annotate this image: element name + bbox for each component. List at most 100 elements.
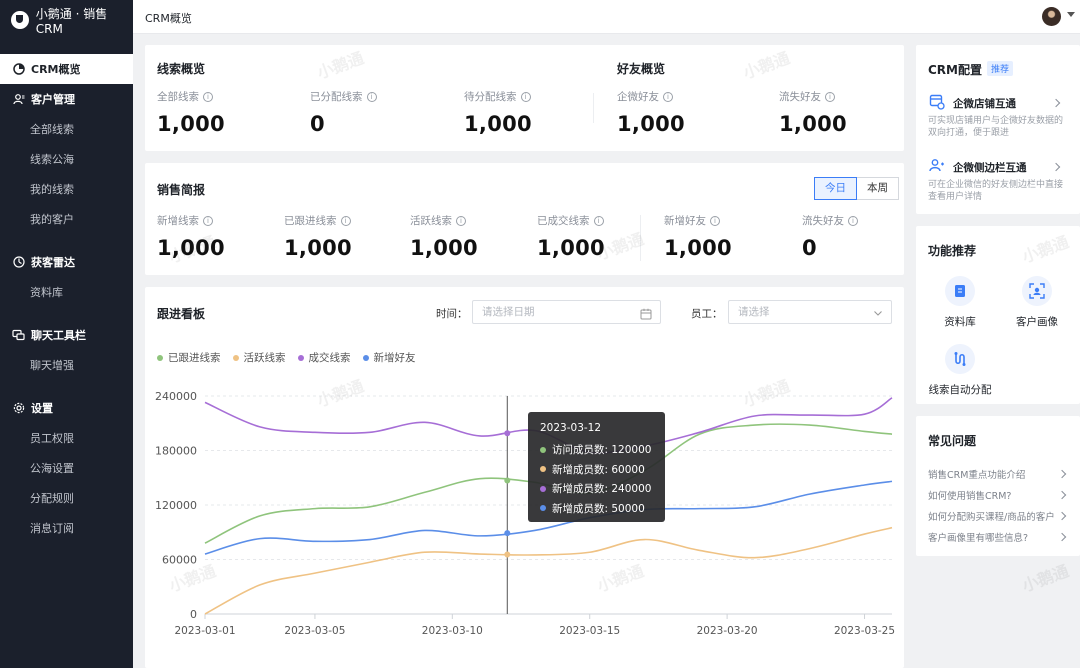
legend-item[interactable]: 已跟进线索: [157, 350, 221, 365]
info-icon[interactable]: i: [340, 215, 351, 226]
staff-label: 员工：: [691, 308, 723, 320]
stat-label: 企微好友 i: [617, 89, 673, 104]
y-tick-label: 120000: [155, 499, 197, 512]
tooltip-date: 2023-03-12: [540, 422, 602, 434]
stat-value: 1,000: [410, 236, 478, 260]
sidebar-item-library[interactable]: 资料库: [0, 277, 133, 307]
x-tick-label: 2023-03-20: [697, 625, 758, 637]
stat-label: 已分配线索 i: [310, 89, 377, 104]
info-icon[interactable]: i: [663, 91, 673, 102]
caret-down-icon[interactable]: [1067, 12, 1075, 17]
sidebar-item-pool-settings[interactable]: 公海设置: [0, 453, 133, 483]
page-title: CRM概览: [145, 12, 192, 25]
document-icon: [945, 276, 975, 306]
info-icon[interactable]: i: [366, 91, 377, 102]
date-picker[interactable]: 请选择日期: [472, 300, 661, 324]
x-tick-label: 2023-03-15: [559, 625, 620, 637]
radar-icon: [12, 256, 25, 269]
stat-value: 1,000: [664, 236, 732, 260]
sidebar-item-all-leads[interactable]: 全部线索: [0, 114, 133, 144]
avatar[interactable]: [1042, 7, 1061, 26]
feature-library[interactable]: 资料库: [928, 276, 992, 329]
sidebar-group-label: 客户管理: [31, 93, 75, 106]
staff-placeholder: 请选择: [738, 306, 770, 318]
info-icon[interactable]: i: [825, 91, 835, 102]
top-bar: CRM概览: [133, 0, 1080, 34]
brand[interactable]: 小鹅通 · 销售CRM: [0, 0, 133, 40]
info-icon[interactable]: i: [710, 215, 720, 226]
date-placeholder: 请选择日期: [482, 306, 535, 318]
sidebar-group-chat-toolbar[interactable]: 聊天工具栏: [0, 320, 133, 350]
info-icon[interactable]: i: [203, 215, 213, 226]
follow-chart[interactable]: 0 60000 120000 180000 240000 2023-03-01 2023-0…: [145, 380, 904, 645]
chevron-down-icon: [873, 305, 883, 327]
sidebar-item-lead-pool[interactable]: 线索公海: [0, 144, 133, 174]
faq-card: 常见问题 销售CRM重点功能介绍 如何使用销售CRM? 如何分配购买课程/商品的…: [916, 416, 1080, 556]
sidebar-item-my-leads[interactable]: 我的线索: [0, 174, 133, 204]
sidebar-item-assign-rules[interactable]: 分配规则: [0, 483, 133, 513]
legend-item[interactable]: 成交线索: [297, 350, 351, 365]
period-toggle: 今日 本周: [814, 177, 899, 200]
info-icon[interactable]: i: [203, 91, 213, 102]
stat-value: 1,000: [284, 236, 352, 260]
tooltip-dot: [540, 466, 546, 473]
tooltip-dot: [540, 485, 546, 492]
tooltip-row: 访问成员数: 120000: [540, 440, 653, 460]
info-icon[interactable]: i: [520, 91, 531, 102]
watermark: 小鹅通: [1019, 561, 1072, 596]
user-icon: [12, 93, 25, 106]
sidebar: 小鹅通 · 销售CRM CRM概览 客户管理 全部线索 线索公海 我的线索 我的…: [0, 0, 133, 668]
gear-icon: [12, 402, 25, 415]
chart-tooltip: 2023-03-12 访问成员数: 120000 新增成员数: 60000 新增…: [528, 412, 665, 522]
period-today-button[interactable]: 今日: [814, 177, 857, 200]
config-item-sidebar-sync[interactable]: 企微侧边栏互通 可在企业微信的好友侧边栏中直接查看用户详情: [916, 157, 1080, 205]
stat-value: 1,000: [464, 112, 532, 136]
stat-value: 1,000: [157, 112, 225, 136]
chevron-right-icon: [1051, 162, 1061, 172]
config-item-shop-sync[interactable]: 企微店铺互通 可实现店铺用户与企微好友数据的双向打通，便于跟进: [916, 93, 1080, 141]
faq-item[interactable]: 如何使用销售CRM?: [928, 488, 1066, 502]
chevron-right-icon: [1051, 98, 1061, 108]
x-tick-label: 2023-03-25: [834, 625, 895, 637]
overview-card: 线索概览 好友概览 全部线索 i 1,000 已分配线索 i 0 待分配线索 i 1,…: [145, 45, 904, 151]
info-icon[interactable]: i: [456, 215, 466, 226]
legend-dot: [232, 354, 239, 361]
stat-label: 已跟进线索 i: [284, 213, 351, 228]
stat-label: 活跃线索 i: [410, 213, 466, 228]
sidebar-item-crm-overview[interactable]: CRM概览: [0, 54, 133, 84]
pie-chart-icon: [12, 63, 25, 76]
stat-value: 1,000: [617, 112, 685, 136]
feature-auto-assign[interactable]: 线索自动分配: [928, 344, 992, 397]
period-week-button[interactable]: 本周: [857, 177, 899, 200]
sidebar-group-settings[interactable]: 设置: [0, 393, 133, 423]
sidebar-item-my-customers[interactable]: 我的客户: [0, 204, 133, 234]
stat-label: 流失好友 i: [802, 213, 858, 228]
sidebar-group-customer[interactable]: 客户管理: [0, 84, 133, 114]
sidebar-item-message-subscription[interactable]: 消息订阅: [0, 513, 133, 543]
sidebar-item-label: CRM概览: [31, 63, 81, 76]
faq-item[interactable]: 销售CRM重点功能介绍: [928, 467, 1066, 481]
stat-value: 0: [310, 112, 325, 136]
sidebar-group-label: 设置: [31, 402, 53, 415]
info-icon[interactable]: i: [593, 215, 604, 226]
staff-select[interactable]: 请选择: [728, 300, 892, 324]
stat-value: 0: [802, 236, 817, 260]
divider: [640, 215, 641, 261]
brand-logo-icon: [11, 11, 29, 29]
feature-customer-profile[interactable]: 客户画像: [1005, 276, 1069, 329]
sidebar-item-staff-permissions[interactable]: 员工权限: [0, 423, 133, 453]
stat-value: 1,000: [779, 112, 847, 136]
calendar-icon: [640, 306, 652, 328]
y-tick-label: 180000: [155, 445, 197, 458]
legend-item[interactable]: 新增好友: [362, 350, 416, 365]
sidebar-group-radar[interactable]: 获客雷达: [0, 247, 133, 277]
legend-item[interactable]: 活跃线索: [232, 350, 286, 365]
sidebar-item-chat-enhance[interactable]: 聊天增强: [0, 350, 133, 380]
faq-item[interactable]: 如何分配购买课程/商品的客户: [928, 509, 1066, 523]
scan-user-icon: [1022, 276, 1052, 306]
crm-config-title: CRM配置: [928, 63, 982, 77]
sales-brief-card: 销售简报 今日 本周 新增线索 i 1,000 已跟进线索 i 1,000 活跃线索…: [145, 163, 904, 275]
info-icon[interactable]: i: [848, 215, 858, 226]
y-tick-label: 60000: [162, 554, 197, 567]
faq-item[interactable]: 客户画像里有哪些信息?: [928, 530, 1066, 544]
